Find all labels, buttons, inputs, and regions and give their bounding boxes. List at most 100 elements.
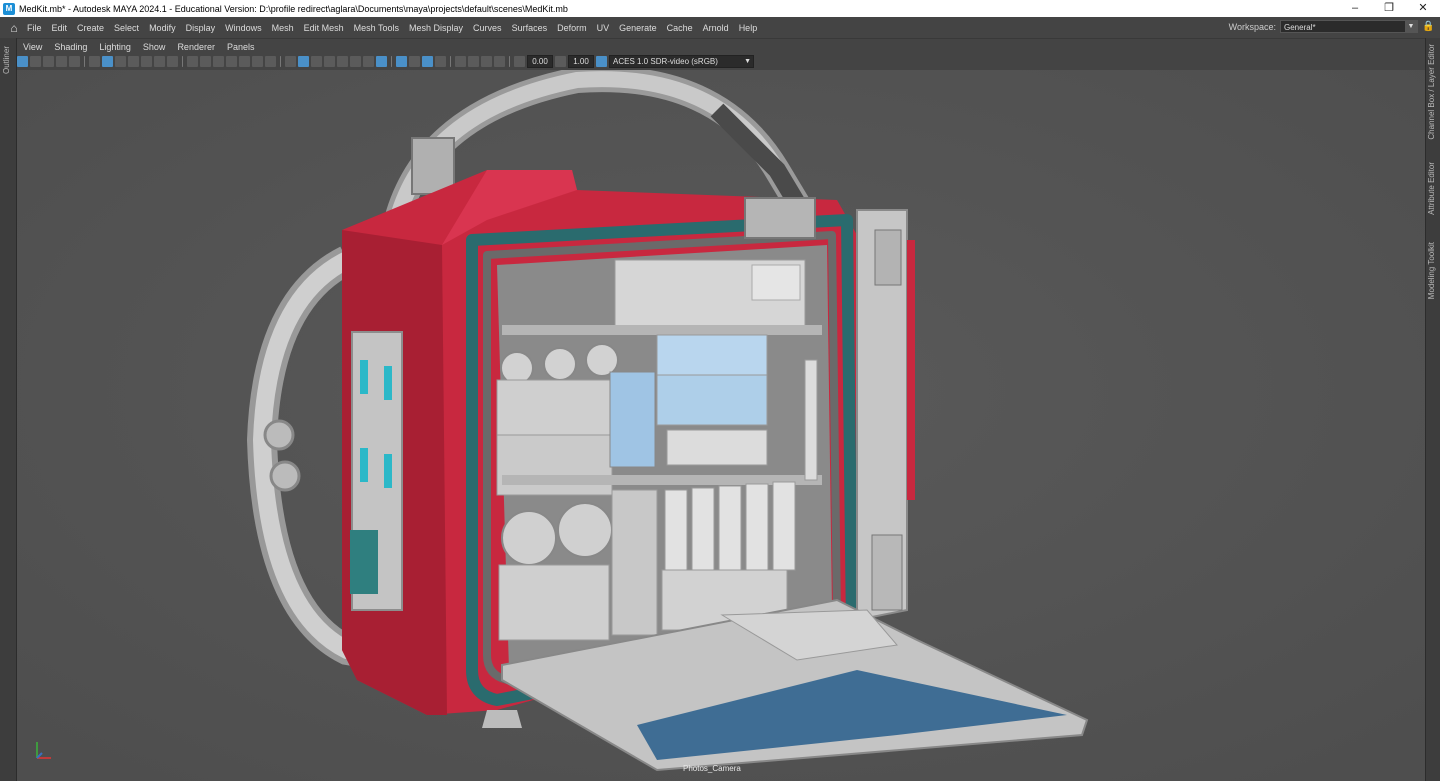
panel-menu-lighting[interactable]: Lighting	[99, 42, 131, 52]
panel-toolbar: 0.00 1.00 ACES 1.0 SDR-video (sRGB) ▼	[17, 54, 1425, 69]
home-icon[interactable]: ⌂	[6, 21, 22, 35]
exposure-field[interactable]: 0.00	[527, 55, 553, 68]
smooth-shade-icon[interactable]	[213, 56, 224, 67]
workspace-dropdown[interactable]: General* ▼	[1280, 20, 1418, 33]
chevron-down-icon: ▼	[1405, 21, 1417, 32]
panel-menu-bar: View Shading Lighting Show Renderer Pane…	[17, 40, 261, 54]
main-menu-bar: ⌂ File Edit Create Select Modify Display…	[0, 17, 1440, 39]
medkit-model	[17, 70, 1425, 781]
menu-select[interactable]: Select	[114, 23, 139, 33]
restore-icon[interactable]: ❐	[1372, 0, 1406, 17]
exposure-icon[interactable]	[514, 56, 525, 67]
menu-generate[interactable]: Generate	[619, 23, 657, 33]
3d-viewport[interactable]: Photos_Camera	[17, 70, 1425, 781]
workspace-selector: Workspace: General* ▼ 🔒	[1229, 20, 1434, 33]
menu-cache[interactable]: Cache	[667, 23, 693, 33]
close-icon[interactable]: ✕	[1406, 0, 1440, 17]
motion-blur-icon[interactable]	[350, 56, 361, 67]
chevron-down-icon: ▼	[744, 58, 751, 65]
outliner-tab[interactable]: Outliner	[2, 46, 11, 74]
toolbar-separator	[509, 56, 510, 67]
menu-arnold[interactable]: Arnold	[703, 23, 729, 33]
wireframe-on-shaded-icon[interactable]	[226, 56, 237, 67]
grid-icon[interactable]	[187, 56, 198, 67]
resolution-gate-icon[interactable]	[102, 56, 113, 67]
toolbar-separator	[280, 56, 281, 67]
menu-surfaces[interactable]: Surfaces	[512, 23, 548, 33]
isolate-select-icon[interactable]	[285, 56, 296, 67]
anti-aliasing-icon[interactable]	[376, 56, 387, 67]
color-management-icon[interactable]	[596, 56, 607, 67]
menu-display[interactable]: Display	[186, 23, 216, 33]
lights-icon[interactable]	[252, 56, 263, 67]
menu-edit[interactable]: Edit	[52, 23, 68, 33]
playblast-icon[interactable]	[468, 56, 479, 67]
textured-icon[interactable]	[239, 56, 250, 67]
panel-menu-panels[interactable]: Panels	[227, 42, 255, 52]
color-space-dropdown[interactable]: ACES 1.0 SDR-video (sRGB) ▼	[609, 55, 754, 68]
manipulator-icon[interactable]	[435, 56, 446, 67]
selection-highlight-icon[interactable]	[422, 56, 433, 67]
menu-create[interactable]: Create	[77, 23, 104, 33]
menu-mesh-tools[interactable]: Mesh Tools	[354, 23, 399, 33]
menu-deform[interactable]: Deform	[557, 23, 587, 33]
modeling-toolkit-tab[interactable]: Modeling Toolkit	[1427, 242, 1436, 299]
film-gate-icon[interactable]	[89, 56, 100, 67]
window-title: MedKit.mb* - Autodesk MAYA 2024.1 - Educ…	[19, 3, 568, 14]
title-bar: M MedKit.mb* - Autodesk MAYA 2024.1 - Ed…	[0, 0, 1440, 17]
window-controls: – ❐ ✕	[1338, 0, 1440, 17]
gate-mask-icon[interactable]	[115, 56, 126, 67]
xray-joints-icon[interactable]	[311, 56, 322, 67]
toolbar-separator	[391, 56, 392, 67]
shadows-icon[interactable]	[265, 56, 276, 67]
panel-menu-shading[interactable]: Shading	[54, 42, 87, 52]
color-space-value: ACES 1.0 SDR-video (sRGB)	[613, 57, 718, 66]
toolbar-separator	[450, 56, 451, 67]
light-bulb-icon[interactable]	[363, 56, 374, 67]
toolbar-separator	[84, 56, 85, 67]
menu-mesh-display[interactable]: Mesh Display	[409, 23, 463, 33]
menu-help[interactable]: Help	[739, 23, 758, 33]
gamma-field[interactable]: 1.00	[568, 55, 594, 68]
lock-icon[interactable]: 🔒	[1422, 21, 1434, 32]
outliner-tab-strip: Outliner	[0, 38, 17, 781]
panel-menu-view[interactable]: View	[23, 42, 42, 52]
toolbar-separator	[182, 56, 183, 67]
menu-windows[interactable]: Windows	[225, 23, 262, 33]
grid-toggle-icon[interactable]	[69, 56, 80, 67]
menu-edit-mesh[interactable]: Edit Mesh	[304, 23, 344, 33]
menu-modify[interactable]: Modify	[149, 23, 176, 33]
select-camera-icon[interactable]	[17, 56, 28, 67]
panel-menu-renderer[interactable]: Renderer	[177, 42, 215, 52]
maya-app-icon: M	[3, 2, 15, 15]
snapshot-icon[interactable]	[481, 56, 492, 67]
right-panel-tab-strip: Channel Box / Layer Editor Attribute Edi…	[1425, 38, 1440, 781]
camera-name-label: Photos_Camera	[683, 764, 741, 773]
field-chart-icon[interactable]	[128, 56, 139, 67]
backface-culling-icon[interactable]	[324, 56, 335, 67]
hud-icon[interactable]	[409, 56, 420, 67]
menu-uv[interactable]: UV	[597, 23, 610, 33]
attribute-editor-tab[interactable]: Attribute Editor	[1427, 162, 1436, 215]
pencil-icon[interactable]	[167, 56, 178, 67]
xray-icon[interactable]	[298, 56, 309, 67]
workspace-label: Workspace:	[1228, 21, 1276, 32]
gamma-icon[interactable]	[555, 56, 566, 67]
menu-mesh[interactable]: Mesh	[272, 23, 294, 33]
minimize-icon[interactable]: –	[1338, 0, 1372, 17]
channel-box-tab[interactable]: Channel Box / Layer Editor	[1427, 44, 1436, 140]
safe-action-icon[interactable]	[141, 56, 152, 67]
safe-title-icon[interactable]	[154, 56, 165, 67]
wireframe-icon[interactable]	[200, 56, 211, 67]
camera-attributes-icon[interactable]	[30, 56, 41, 67]
depth-of-field-icon[interactable]	[396, 56, 407, 67]
stereo-icon[interactable]	[455, 56, 466, 67]
ambient-occlusion-icon[interactable]	[337, 56, 348, 67]
bookmark-icon[interactable]	[43, 56, 54, 67]
camera-pan-icon[interactable]	[494, 56, 505, 67]
image-plane-icon[interactable]	[56, 56, 67, 67]
panel-menu-show[interactable]: Show	[143, 42, 166, 52]
menu-curves[interactable]: Curves	[473, 23, 502, 33]
menu-file[interactable]: File	[27, 23, 42, 33]
workspace-value: General*	[1284, 23, 1316, 32]
